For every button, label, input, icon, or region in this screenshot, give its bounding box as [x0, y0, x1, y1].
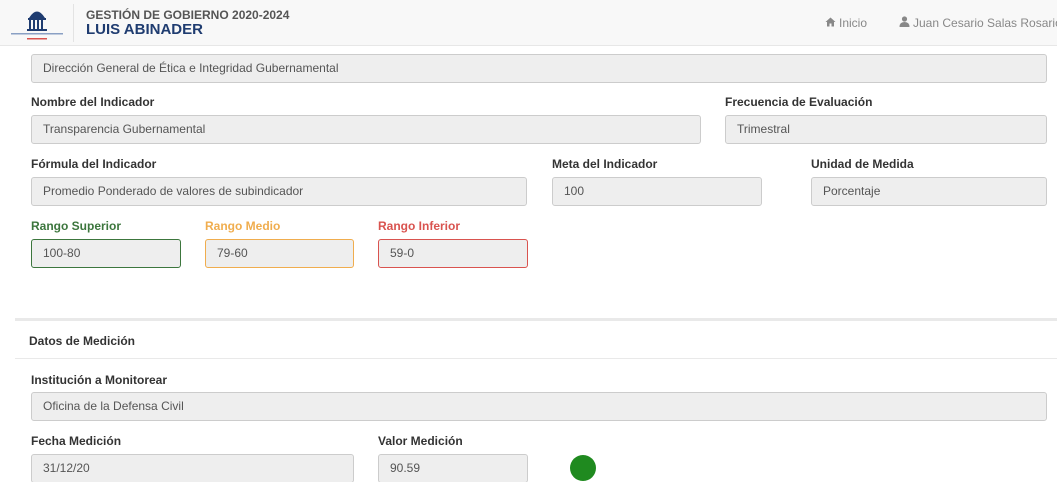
indicator-name-field[interactable]: Transparencia Gubernamental — [31, 115, 701, 144]
indicator-name-label: Nombre del Indicador — [31, 95, 155, 109]
range-mid-label: Rango Medio — [205, 219, 281, 233]
range-mid-field[interactable]: 79-60 — [205, 239, 354, 268]
home-link[interactable]: Inicio — [825, 16, 867, 30]
frequency-label: Frecuencia de Evaluación — [725, 95, 873, 109]
goal-field[interactable]: 100 — [552, 177, 762, 206]
user-icon — [899, 16, 910, 27]
top-navbar: GESTIÓN DE GOBIERNO 2020-2024 LUIS ABINA… — [0, 0, 1057, 46]
measurement-date-field[interactable]: 31/12/20 — [31, 454, 354, 482]
goal-label: Meta del Indicador — [552, 157, 658, 171]
range-lower-label: Rango Inferior — [378, 219, 461, 233]
frequency-field[interactable]: Trimestral — [725, 115, 1047, 144]
measurement-value-label: Valor Medición — [378, 434, 463, 448]
range-upper-field[interactable]: 100-80 — [31, 239, 181, 268]
user-name-label: Juan Cesario Salas Rosario — [913, 16, 1057, 30]
range-lower-field[interactable]: 59-0 — [378, 239, 528, 268]
unit-label: Unidad de Medida — [811, 157, 914, 171]
measurement-value-field[interactable]: 90.59 — [378, 454, 528, 482]
status-indicator-dot — [570, 455, 596, 481]
monitored-institution-label: Institución a Monitorear — [31, 373, 168, 387]
brand-title[interactable]: LUIS ABINADER — [86, 21, 203, 38]
home-icon — [825, 17, 836, 27]
measurement-section-title: Datos de Medición — [29, 334, 136, 348]
user-menu[interactable]: Juan Cesario Salas Rosario — [899, 16, 1057, 30]
measurement-date-label: Fecha Medición — [31, 434, 122, 448]
home-link-label: Inicio — [839, 16, 868, 30]
navbar-divider — [73, 4, 74, 42]
range-upper-label: Rango Superior — [31, 219, 122, 233]
formula-label: Fórmula del Indicador — [31, 157, 157, 171]
section-separator — [15, 318, 1057, 321]
brand-subtitle: GESTIÓN DE GOBIERNO 2020-2024 — [86, 8, 290, 22]
monitored-institution-field[interactable]: Oficina de la Defensa Civil — [31, 392, 1047, 421]
section-divider — [15, 358, 1057, 359]
unit-field[interactable]: Porcentaje — [811, 177, 1047, 206]
formula-field[interactable]: Promedio Ponderado de valores de subindi… — [31, 177, 527, 206]
institution-field[interactable]: Dirección General de Ética e Integridad … — [31, 54, 1047, 83]
government-logo[interactable] — [5, 3, 69, 43]
